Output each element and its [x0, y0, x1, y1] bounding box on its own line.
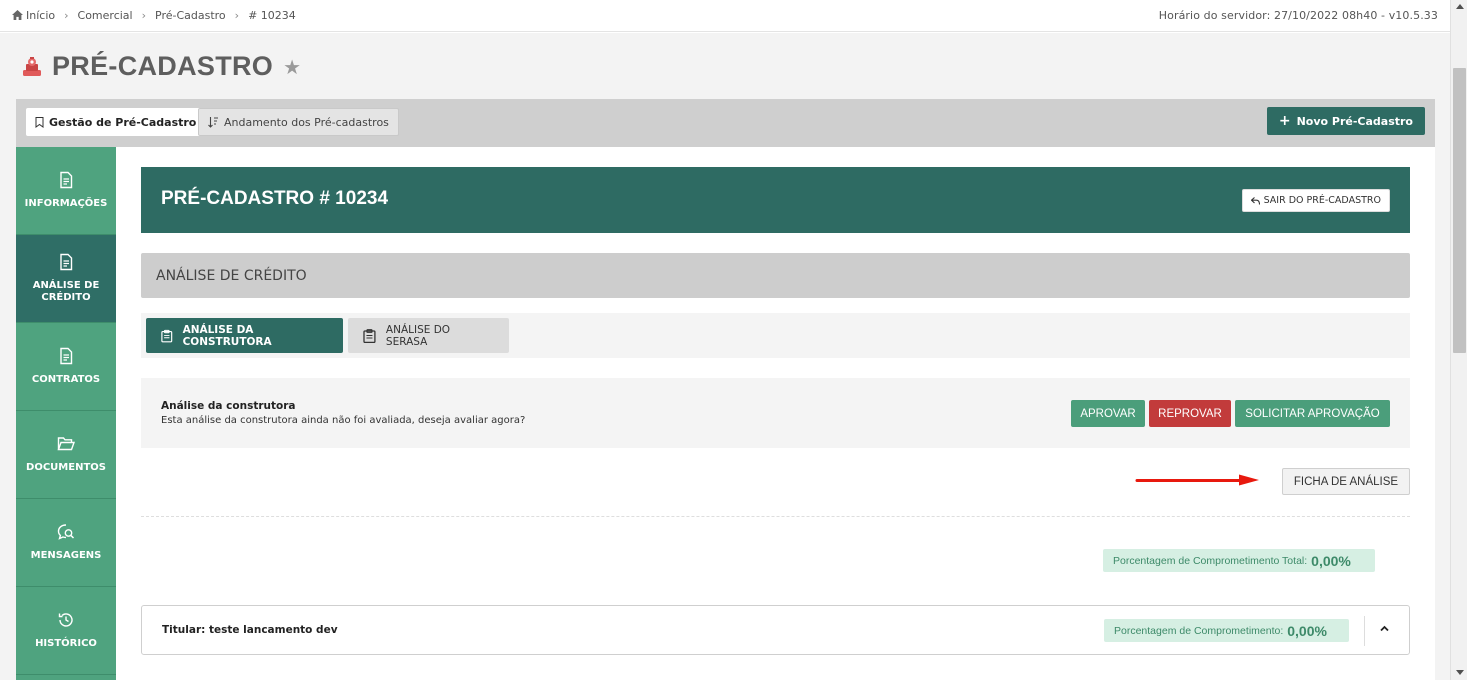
scroll-up-arrow-icon[interactable]	[1456, 4, 1464, 9]
analysis-subtabs: ANÁLISE DA CONSTRUTORA ANÁLISE DO SERASA	[141, 313, 1410, 358]
sidebar-label-contratos: CONTRATOS	[31, 374, 101, 385]
page-title: PRÉ-CADASTRO ★	[20, 51, 301, 82]
subtab-construtora-label: ANÁLISE DA CONSTRUTORA	[182, 323, 272, 348]
total-commitment-value: 0,00%	[1311, 552, 1351, 569]
tab-gestao-label: Gestão de Pré-Cadastro	[49, 115, 197, 129]
red-arrow-annotation	[1135, 474, 1259, 486]
subtab-analise-construtora[interactable]: ANÁLISE DA CONSTRUTORA	[146, 318, 343, 353]
chevron-right-icon: ›	[141, 9, 146, 22]
chevron-right-icon: ›	[64, 9, 69, 22]
new-pre-cadastro-label: Novo Pré-Cadastro	[1296, 114, 1413, 128]
document-icon	[60, 347, 73, 365]
clipboard-icon	[161, 329, 173, 342]
analysis-description: Esta análise da construtora ainda não fo…	[161, 415, 526, 426]
separator	[1364, 616, 1365, 646]
new-pre-cadastro-button[interactable]: + Novo Pré-Cadastro	[1266, 107, 1425, 135]
analysis-box: Análise da construtora Esta análise da c…	[141, 378, 1410, 448]
sidebar-label-line2: CRÉDITO	[41, 292, 91, 303]
breadcrumb-item-inicio[interactable]: Início	[26, 9, 55, 22]
tab-andamento[interactable]: Andamento dos Pré-cadastros	[198, 108, 399, 136]
reject-button[interactable]: REPROVAR	[1149, 400, 1231, 427]
approve-button[interactable]: APROVAR	[1071, 400, 1145, 427]
sidebar: INFORMAÇÕES ANÁLISE DE CRÉDITO CONTRATOS …	[16, 147, 116, 680]
breadcrumb-item-comercial[interactable]: Comercial	[78, 9, 133, 22]
sidebar-label-informacoes: INFORMAÇÕES	[24, 198, 108, 209]
history-icon	[58, 613, 73, 627]
titular-card: Titular: teste lancamento dev Porcentage…	[141, 605, 1410, 655]
section-title-analise-credito: ANÁLISE DE CRÉDITO	[141, 253, 1410, 298]
document-icon	[60, 171, 73, 189]
sidebar-item-documentos[interactable]: DOCUMENTOS	[16, 411, 116, 499]
breadcrumb-item-current: # 10234	[248, 9, 296, 22]
document-icon	[60, 253, 73, 271]
total-commitment-badge: Porcentagem de Comprometimento Total: 0,…	[1103, 549, 1375, 572]
titular-label: Titular: teste lancamento dev	[162, 624, 338, 636]
dashed-divider	[141, 516, 1410, 517]
main-panel: Gestão de Pré-Cadastro Andamento dos Pré…	[16, 99, 1435, 680]
chevron-up-icon[interactable]	[1380, 624, 1389, 633]
reply-arrow-icon	[1250, 196, 1260, 205]
scroll-thumb[interactable]	[1453, 68, 1466, 353]
pre-cadastro-header: PRÉ-CADASTRO # 10234 SAIR DO PRÉ-CADASTR…	[141, 167, 1410, 233]
exit-label: SAIR DO PRÉ-CADASTRO	[1263, 195, 1381, 206]
sidebar-item-analise-credito[interactable]: ANÁLISE DE CRÉDITO	[16, 235, 116, 323]
breadcrumb-item-pre-cadastro[interactable]: Pré-Cadastro	[155, 9, 226, 22]
plus-icon: +	[1278, 113, 1291, 129]
page-heading: PRÉ-CADASTRO	[52, 51, 274, 81]
sidebar-item-historico[interactable]: HISTÓRICO	[16, 587, 116, 675]
scroll-down-arrow-icon[interactable]	[1456, 670, 1464, 675]
holder-commitment-value: 0,00%	[1287, 622, 1327, 639]
clipboard-icon	[363, 328, 376, 343]
sidebar-label-line1: ANÁLISE DE	[32, 280, 100, 291]
tab-gestao-pre-cadastro[interactable]: Gestão de Pré-Cadastro	[26, 108, 206, 136]
sidebar-item-contratos[interactable]: CONTRATOS	[16, 323, 116, 411]
top-bar: Início › Comercial › Pré-Cadastro › # 10…	[0, 0, 1450, 32]
sidebar-label-analise-credito: ANÁLISE DE CRÉDITO	[33, 280, 100, 304]
sidebar-label-historico: HISTÓRICO	[35, 638, 97, 649]
sidebar-item-mensagens[interactable]: MENSAGENS	[16, 499, 116, 587]
bookmark-icon	[35, 116, 44, 128]
home-icon	[12, 10, 23, 20]
request-approval-button[interactable]: SOLICITAR APROVAÇÃO	[1235, 400, 1390, 427]
ficha-analise-button[interactable]: FICHA DE ANÁLISE	[1282, 468, 1410, 495]
subtab-serasa-label: ANÁLISE DO SERASA	[385, 323, 451, 348]
tab-andamento-label: Andamento dos Pré-cadastros	[224, 115, 389, 129]
tab-bar: Gestão de Pré-Cadastro Andamento dos Pré…	[16, 99, 1435, 147]
chat-search-icon	[57, 524, 75, 540]
folder-open-icon	[57, 437, 75, 451]
server-time: Horário do servidor: 27/10/2022 08h40 - …	[1158, 9, 1438, 22]
favorite-star-icon[interactable]: ★	[283, 55, 301, 79]
holder-commitment-badge: Porcentagem de Comprometimento: 0,00%	[1104, 619, 1349, 642]
pre-cadastro-title: PRÉ-CADASTRO # 10234	[161, 188, 389, 209]
total-commitment-label: Porcentagem de Comprometimento Total:	[1113, 554, 1308, 567]
sidebar-item-informacoes[interactable]: INFORMAÇÕES	[16, 147, 116, 235]
holder-commitment-label: Porcentagem de Comprometimento:	[1114, 624, 1284, 637]
breadcrumb: Início › Comercial › Pré-Cadastro › # 10…	[12, 9, 296, 22]
vertical-scrollbar[interactable]	[1450, 0, 1467, 680]
breadcrumb-home[interactable]: Início	[12, 9, 55, 22]
sidebar-label-documentos: DOCUMENTOS	[26, 462, 106, 473]
chevron-right-icon: ›	[234, 9, 240, 22]
sidebar-label-mensagens: MENSAGENS	[30, 550, 102, 561]
subtab-analise-serasa[interactable]: ANÁLISE DO SERASA	[348, 318, 509, 353]
page-area: PRÉ-CADASTRO ★ Gestão de Pré-Cadastro An…	[0, 33, 1450, 680]
exit-pre-cadastro-button[interactable]: SAIR DO PRÉ-CADASTRO	[1241, 189, 1390, 212]
content-area: PRÉ-CADASTRO # 10234 SAIR DO PRÉ-CADASTR…	[141, 167, 1410, 680]
register-machine-icon	[23, 56, 41, 76]
analysis-title: Análise da construtora	[161, 400, 296, 412]
sort-icon	[208, 116, 218, 128]
